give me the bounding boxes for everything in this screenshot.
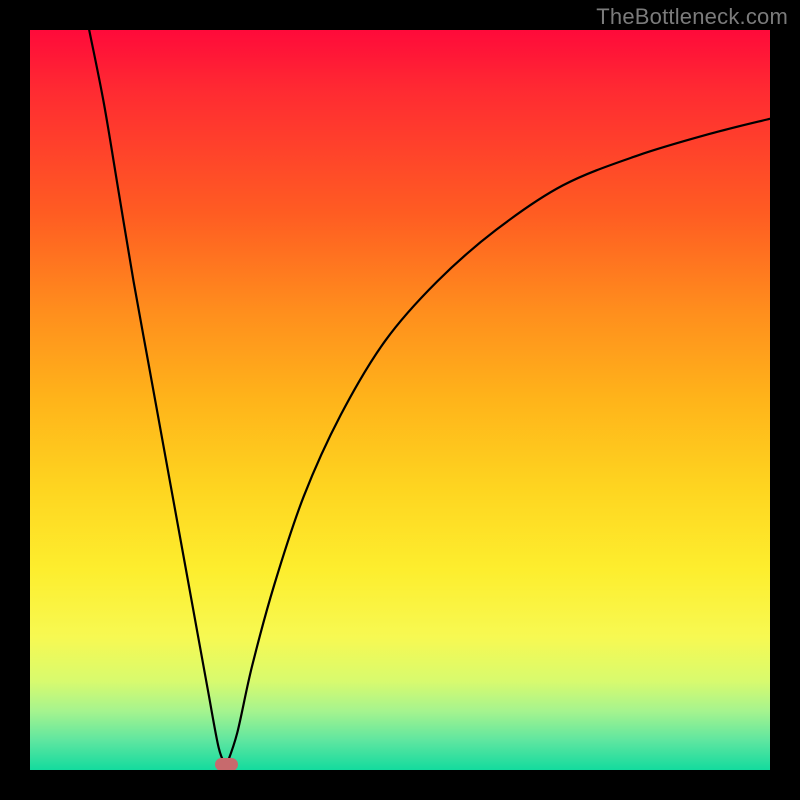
plot-area	[30, 30, 770, 770]
left-branch-path	[89, 30, 226, 766]
curve-svg	[30, 30, 770, 770]
min-marker	[215, 758, 238, 770]
chart-container: TheBottleneck.com	[0, 0, 800, 800]
right-branch-path	[226, 119, 770, 767]
watermark-text: TheBottleneck.com	[596, 4, 788, 30]
